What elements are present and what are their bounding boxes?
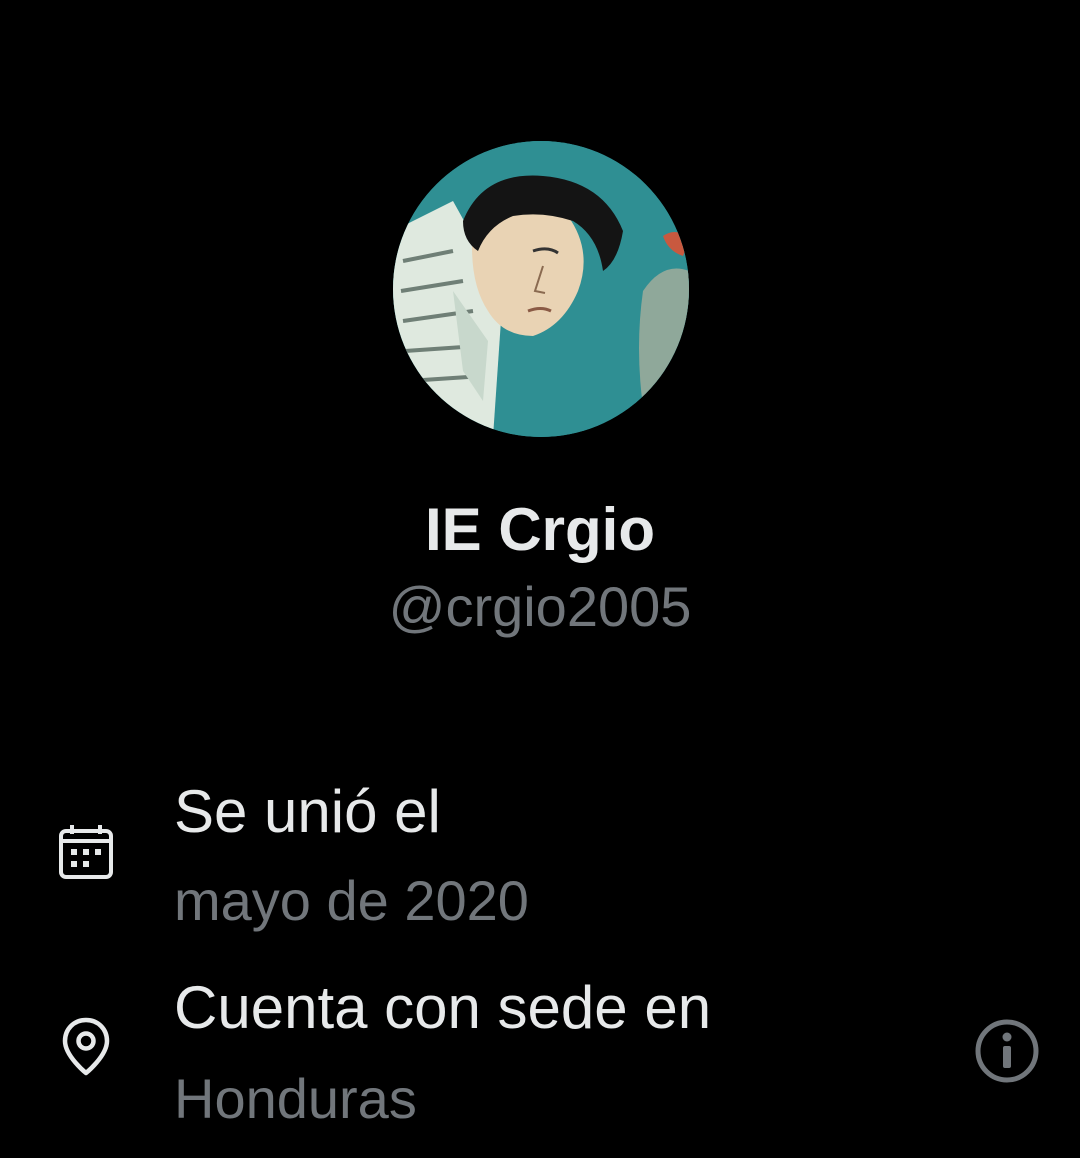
display-name: IE Crgio <box>424 496 655 563</box>
avatar-illustration <box>393 141 689 437</box>
joined-date-row: Se unió el mayo de 2020 <box>0 770 1080 940</box>
joined-date: mayo de 2020 <box>174 869 529 932</box>
joined-label: Se unió el <box>174 778 441 845</box>
calendar-icon <box>56 822 116 882</box>
location-pin-icon <box>56 1016 116 1076</box>
info-icon[interactable] <box>972 1016 1042 1086</box>
location-row: Cuenta con sede en Honduras <box>0 970 1080 1150</box>
location-value: Honduras <box>174 1067 417 1130</box>
location-label: Cuenta con sede en <box>174 974 712 1041</box>
profile-avatar[interactable] <box>393 141 689 437</box>
profile-handle: @crgio2005 <box>388 575 692 638</box>
